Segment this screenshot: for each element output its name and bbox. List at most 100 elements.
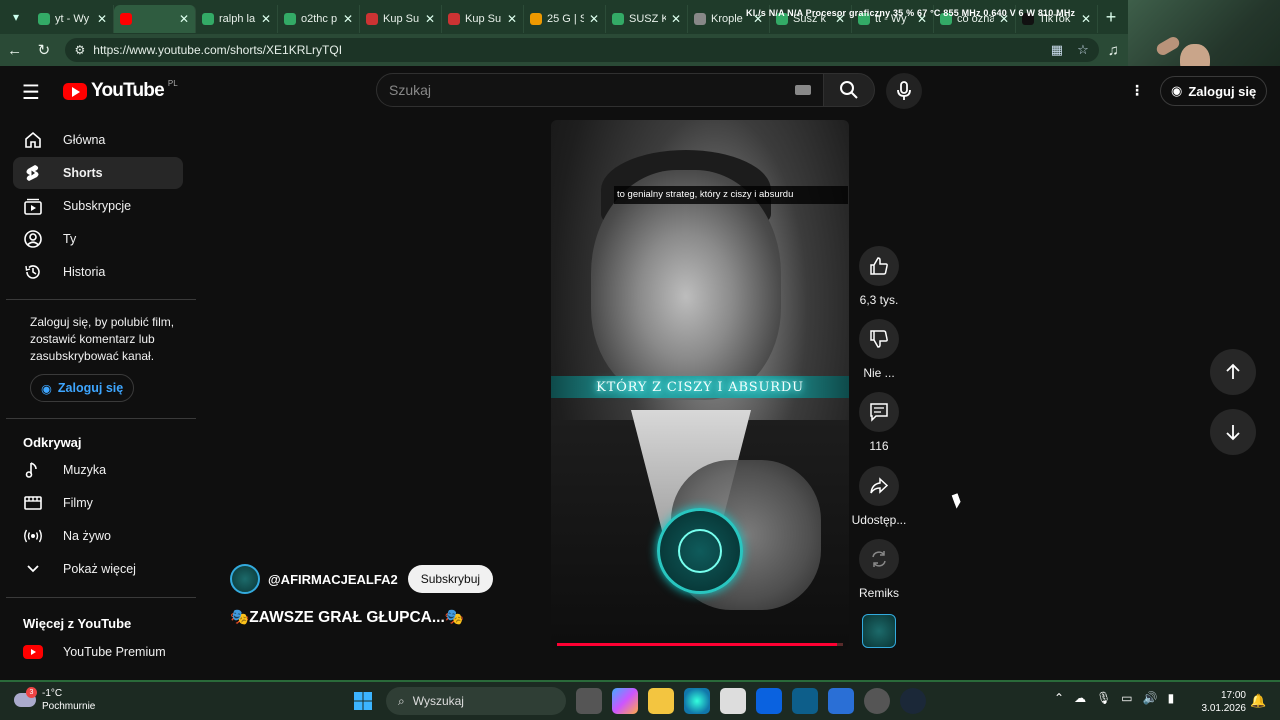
notifications-icon[interactable]: 🔔 xyxy=(1250,693,1266,709)
extensions-icon[interactable]: ♫ xyxy=(1099,42,1128,59)
remix-icon xyxy=(872,551,886,567)
browser-tab[interactable]: 25 G | S ✕ xyxy=(524,5,606,33)
chevron-down-icon xyxy=(23,559,43,579)
sidebar: Główna Shorts Subskrypcje Ty Historia Za… xyxy=(0,122,196,678)
sidebar-item-history[interactable]: Historia xyxy=(13,256,183,288)
store-icon[interactable] xyxy=(720,688,746,714)
browser-tab[interactable]: SUSZ K ✕ xyxy=(606,5,688,33)
display-icon[interactable]: ▭ xyxy=(1121,691,1132,705)
battery-icon[interactable]: ▮ xyxy=(1168,691,1175,705)
tab-label: Kup Su xyxy=(383,13,420,25)
browser-tab[interactable]: yt - Wy ✕ xyxy=(32,5,114,33)
home-icon xyxy=(23,130,43,150)
tab-close-icon[interactable]: ✕ xyxy=(507,12,517,26)
browser-tab[interactable]: Kup Su ✕ xyxy=(442,5,524,33)
sidebar-item-live[interactable]: Na żywo xyxy=(13,520,183,552)
subscriptions-icon xyxy=(23,196,43,216)
more-options-icon[interactable]: ⋮ xyxy=(1130,82,1144,99)
taskbar-apps: ⌕ Wyszukaj xyxy=(350,687,926,715)
back-icon[interactable]: ← xyxy=(0,42,29,59)
sidebar-sign-in-button[interactable]: ◉ Zaloguj się xyxy=(30,374,135,402)
remix-button[interactable]: Remiks xyxy=(849,539,909,600)
sidebar-item-films[interactable]: Filmy xyxy=(13,487,183,519)
microphone-icon[interactable]: 🎙 xyxy=(1096,691,1111,705)
url-field[interactable]: ⚙ https://www.youtube.com/shorts/XE1KRLr… xyxy=(64,38,1099,62)
dropbox-icon[interactable] xyxy=(756,688,782,714)
new-tab-button[interactable]: + xyxy=(1098,7,1124,28)
sidebar-item-you[interactable]: Ty xyxy=(13,223,183,255)
live-icon xyxy=(23,526,43,546)
taskbar-clock[interactable]: 17:00 3.01.2026 xyxy=(1200,689,1247,715)
edge-browser-icon[interactable] xyxy=(684,688,710,714)
file-explorer-icon[interactable] xyxy=(648,688,674,714)
copilot-icon[interactable] xyxy=(612,688,638,714)
volume-icon[interactable]: 🔊 xyxy=(1143,691,1158,705)
bookmark-star-icon[interactable]: ☆ xyxy=(1077,42,1089,58)
settings-icon[interactable] xyxy=(864,688,890,714)
browser-tab[interactable]: ✕ xyxy=(114,5,196,33)
share-button[interactable]: Udostęp... xyxy=(849,466,909,527)
steam-icon[interactable] xyxy=(900,688,926,714)
site-info-icon[interactable]: ⚙ xyxy=(75,43,86,57)
sidebar-item-home[interactable]: Główna xyxy=(13,124,183,156)
tab-close-icon[interactable]: ✕ xyxy=(261,12,271,26)
system-stats-overlay: Kl./s N/A N/A Procesor graficzny 35 % 67… xyxy=(746,8,1076,18)
task-view-icon[interactable] xyxy=(576,688,602,714)
search-input[interactable]: Szukaj xyxy=(376,73,824,107)
weather-widget[interactable]: 3 -1°C Pochmurnie xyxy=(14,687,95,713)
sidebar-show-more[interactable]: Pokaż więcej xyxy=(13,553,183,585)
browser-tab-bar: ▾ yt - Wy ✕ ✕ ralph la ✕ o2thc p ✕ Kup Su ✕ Kup S… xyxy=(0,0,1280,34)
chevron-up-icon[interactable]: ⌃ xyxy=(1054,691,1064,705)
dislike-button[interactable]: Nie ... xyxy=(849,319,909,380)
comments-button[interactable]: 116 xyxy=(849,392,909,453)
arrow-down-icon xyxy=(1226,425,1240,441)
search-button[interactable] xyxy=(823,73,875,107)
app-icon[interactable] xyxy=(792,688,818,714)
reload-icon[interactable]: ↻ xyxy=(29,41,58,59)
tab-close-icon[interactable]: ✕ xyxy=(671,12,681,26)
tab-close-icon[interactable]: ✕ xyxy=(179,12,189,26)
tab-close-icon[interactable]: ✕ xyxy=(1081,12,1091,26)
windows-start-icon[interactable] xyxy=(350,688,376,714)
search-icon xyxy=(840,81,858,99)
tab-close-icon[interactable]: ✕ xyxy=(343,12,353,26)
browser-tab[interactable]: ralph la ✕ xyxy=(196,5,278,33)
sidebar-item-music[interactable]: Muzyka xyxy=(13,454,183,486)
menu-icon[interactable]: ☰ xyxy=(22,80,40,105)
sidebar-divider xyxy=(6,299,196,300)
sign-in-button[interactable]: ◉ Zaloguj się xyxy=(1160,76,1268,106)
apps-icon[interactable]: ▦ xyxy=(1051,42,1063,58)
subscribe-button[interactable]: Subskrybuj xyxy=(407,565,494,593)
voice-search-button[interactable] xyxy=(886,73,922,109)
sidebar-item-subscriptions[interactable]: Subskrypcje xyxy=(13,190,183,222)
previous-short-button[interactable] xyxy=(1210,349,1256,395)
tab-close-icon[interactable]: ✕ xyxy=(425,12,435,26)
channel-avatar[interactable] xyxy=(230,564,260,594)
outlook-icon[interactable] xyxy=(828,688,854,714)
short-video-player[interactable]: to genialny strateg, który z ciszy i abs… xyxy=(551,120,849,650)
tab-close-icon[interactable]: ✕ xyxy=(589,12,599,26)
thumbs-up-icon xyxy=(870,257,888,275)
sound-thumbnail[interactable] xyxy=(862,614,896,648)
onedrive-icon[interactable]: ☁ xyxy=(1074,691,1086,705)
channel-row: @AFIRMACJEALFA2 Subskrybuj xyxy=(230,564,494,594)
taskbar-search[interactable]: ⌕ Wyszukaj xyxy=(386,687,566,715)
channel-name[interactable]: @AFIRMACJEALFA2 xyxy=(268,572,398,587)
youtube-header: ☰ YouTube PL Szukaj ⋮ ◉ Zaloguj się xyxy=(0,66,1280,114)
tab-close-icon[interactable]: ✕ xyxy=(97,12,107,26)
browser-tab[interactable]: o2thc p ✕ xyxy=(278,5,360,33)
sidebar-item-youtube-premium[interactable]: YouTube Premium xyxy=(13,636,183,668)
video-progress-bar[interactable] xyxy=(557,643,843,646)
user-icon xyxy=(23,229,43,249)
keyboard-icon[interactable] xyxy=(795,85,811,95)
share-icon xyxy=(870,477,889,494)
next-short-button[interactable] xyxy=(1210,409,1256,455)
browser-tab[interactable]: Kup Su ✕ xyxy=(360,5,442,33)
video-frame-person xyxy=(591,170,781,400)
tab-favicon-icon xyxy=(530,13,542,25)
youtube-play-icon xyxy=(63,82,87,100)
like-button[interactable]: 6,3 tys. xyxy=(849,246,909,307)
tab-list-menu-button[interactable]: ▾ xyxy=(0,0,32,34)
youtube-logo[interactable]: YouTube PL xyxy=(63,79,178,102)
sidebar-item-shorts[interactable]: Shorts xyxy=(13,157,183,189)
